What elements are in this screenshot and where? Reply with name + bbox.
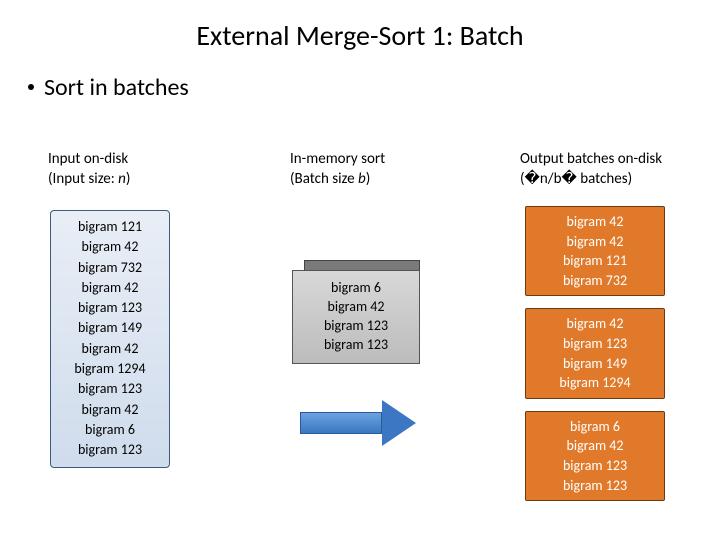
arrow-right-icon <box>300 400 420 446</box>
list-item: bigram 6 <box>530 417 660 437</box>
list-item: bigram 42 <box>530 314 660 334</box>
list-item: bigram 149 <box>55 318 165 338</box>
list-item: bigram 732 <box>530 271 660 291</box>
col1-header: Input on-disk (Input size: n) <box>48 150 130 189</box>
memory-box-front-face: bigram 6bigram 42bigram 123bigram 123 <box>292 270 420 364</box>
col2-h2-post: ) <box>366 170 371 188</box>
col1-header-line2: (Input size: n) <box>48 170 130 190</box>
col1-header-line1: Input on-disk <box>48 150 130 170</box>
bullet-text: Sort in batches <box>44 73 189 102</box>
list-item: bigram 42 <box>530 212 660 232</box>
col2-header-line1: In-memory sort <box>290 150 385 170</box>
list-item: bigram 42 <box>530 232 660 252</box>
memory-box: bigram 6bigram 42bigram 123bigram 123 <box>292 260 432 370</box>
output-batch-box: bigram 42bigram 123bigram 149bigram 1294 <box>525 308 665 398</box>
output-batch-box: bigram 6bigram 42bigram 123bigram 123 <box>525 411 665 501</box>
list-item: bigram 123 <box>55 298 165 318</box>
list-item: bigram 42 <box>324 298 388 317</box>
col3-header-line1: Output batches on-disk <box>520 150 662 170</box>
bullet-line: Sort in batches <box>0 53 720 102</box>
list-item: bigram 42 <box>530 436 660 456</box>
list-item: bigram 123 <box>530 456 660 476</box>
list-item: bigram 42 <box>55 278 165 298</box>
list-item: bigram 1294 <box>55 359 165 379</box>
col3-header-line2: (�n/b� batches) <box>520 170 662 190</box>
col3-header: Output batches on-disk (�n/b� batches) <box>520 150 662 189</box>
list-item: bigram 42 <box>55 237 165 257</box>
list-item: bigram 123 <box>55 379 165 399</box>
col2-header-line2: (Batch size b) <box>290 170 385 190</box>
list-item: bigram 123 <box>530 334 660 354</box>
list-item: bigram 123 <box>55 440 165 460</box>
memory-list: bigram 6bigram 42bigram 123bigram 123 <box>324 279 388 355</box>
col1-h2-pre: (Input size: <box>48 170 118 188</box>
col2-h2-b: b <box>358 170 366 188</box>
col2-header: In-memory sort (Batch size b) <box>290 150 385 189</box>
list-item: bigram 123 <box>324 317 388 336</box>
list-item: bigram 121 <box>55 217 165 237</box>
list-item: bigram 1294 <box>530 373 660 393</box>
list-item: bigram 121 <box>530 251 660 271</box>
input-list-box: bigram 121bigram 42bigram 732bigram 42bi… <box>50 210 170 468</box>
slide-title: External Merge-Sort 1: Batch <box>0 0 720 53</box>
output-batch-box: bigram 42bigram 42bigram 121bigram 732 <box>525 206 665 296</box>
list-item: bigram 732 <box>55 258 165 278</box>
output-column: bigram 42bigram 42bigram 121bigram 732bi… <box>525 206 665 501</box>
arrow-head <box>382 400 416 446</box>
list-item: bigram 123 <box>324 336 388 355</box>
diagram-area: Input on-disk (Input size: n) In-memory … <box>0 150 720 520</box>
list-item: bigram 123 <box>530 476 660 496</box>
list-item: bigram 42 <box>55 400 165 420</box>
col2-h2-pre: (Batch size <box>290 170 358 188</box>
arrow-shaft <box>300 412 382 434</box>
list-item: bigram 6 <box>324 279 388 298</box>
list-item: bigram 149 <box>530 354 660 374</box>
col1-h2-post: ) <box>126 170 131 188</box>
bullet-dot-icon <box>28 84 34 90</box>
list-item: bigram 6 <box>55 420 165 440</box>
col1-h2-n: n <box>118 170 126 188</box>
list-item: bigram 42 <box>55 339 165 359</box>
